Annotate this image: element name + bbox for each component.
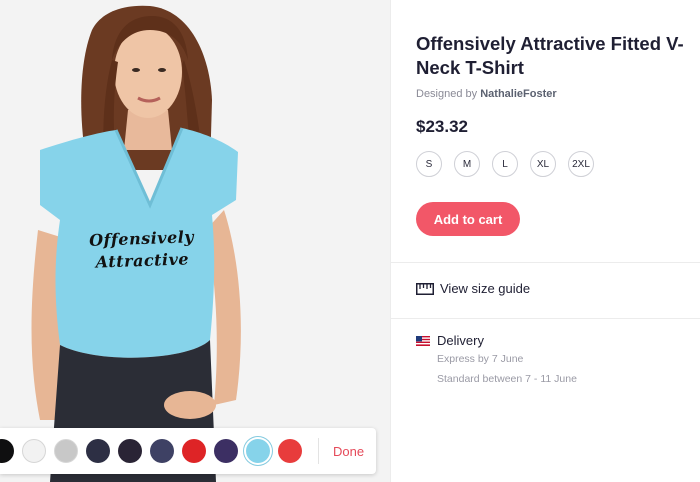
size-option-xl[interactable]: XL [530, 151, 556, 177]
color-swatch[interactable] [22, 439, 46, 463]
color-swatch[interactable] [54, 439, 78, 463]
ruler-icon [416, 282, 434, 295]
color-swatch[interactable] [246, 439, 270, 463]
delivery-express: Express by 7 June [437, 353, 524, 365]
done-button[interactable]: Done [331, 440, 366, 463]
size-selector: S M L XL 2XL [416, 151, 606, 177]
color-swatch[interactable] [86, 439, 110, 463]
divider [391, 318, 700, 319]
color-picker-bar: Done [0, 428, 376, 474]
color-swatch[interactable] [150, 439, 174, 463]
size-option-s[interactable]: S [416, 151, 442, 177]
size-option-2xl[interactable]: 2XL [568, 151, 594, 177]
designer-name-link[interactable]: NathalieFoster [480, 88, 556, 100]
size-option-m[interactable]: M [454, 151, 480, 177]
color-swatch[interactable] [118, 439, 142, 463]
color-swatch[interactable] [214, 439, 238, 463]
shirt-print-text: Offensively Attractive [81, 226, 202, 274]
designer-prefix: Designed by [416, 88, 478, 100]
print-line-2: Attractive [95, 249, 190, 272]
designer-line: Designed by NathalieFoster [416, 88, 557, 100]
color-swatch[interactable] [278, 439, 302, 463]
product-title: Offensively Attractive Fitted V-Neck T-S… [416, 33, 684, 78]
delivery-standard: Standard between 7 - 11 June [437, 373, 577, 385]
color-swatch[interactable] [182, 439, 206, 463]
product-price: $23.32 [416, 117, 468, 136]
size-guide-label: View size guide [440, 281, 531, 296]
product-image-pane: Offensively Attractive Done [0, 0, 390, 482]
us-flag-icon [416, 335, 430, 346]
color-swatch[interactable] [0, 439, 14, 463]
delivery-info: Delivery Express by 7 June Standard betw… [416, 333, 577, 386]
swatch-divider [318, 438, 319, 464]
product-details-panel: Offensively Attractive Fitted V-Neck T-S… [390, 0, 700, 482]
color-swatches [0, 439, 310, 463]
divider [391, 262, 700, 263]
add-to-cart-button[interactable]: Add to cart [416, 202, 520, 236]
delivery-heading: Delivery [437, 333, 484, 348]
size-guide-link[interactable]: View size guide [416, 281, 530, 296]
size-option-l[interactable]: L [492, 151, 518, 177]
